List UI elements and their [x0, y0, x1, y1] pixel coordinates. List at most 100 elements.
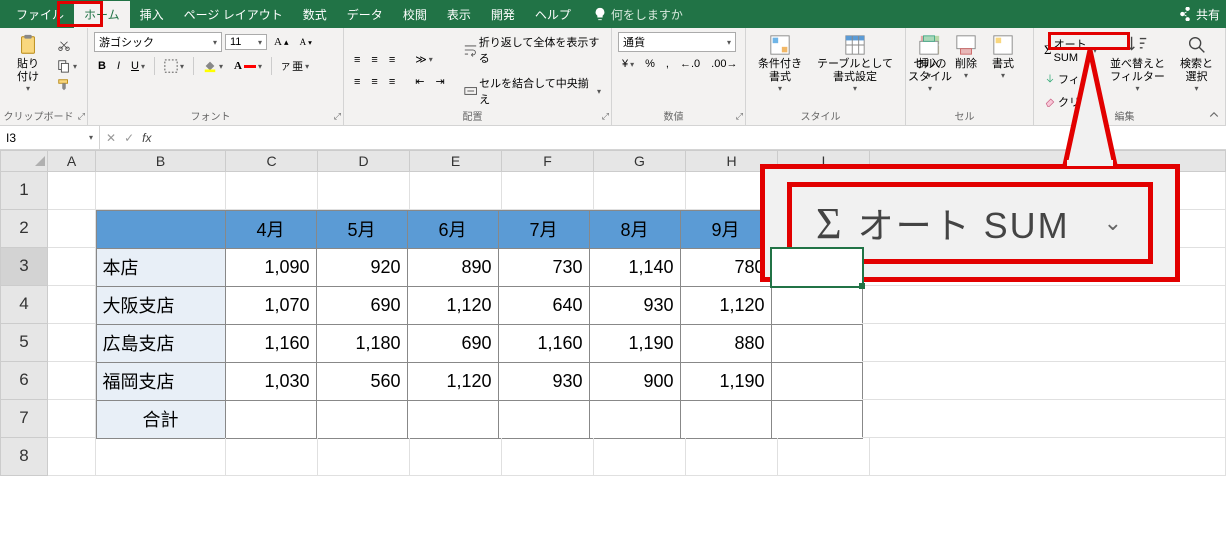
align-top-button[interactable]: ≡: [350, 52, 364, 68]
tab-page-layout[interactable]: ページ レイアウト: [174, 1, 293, 28]
cell-D1[interactable]: [318, 172, 410, 210]
italic-button[interactable]: I: [113, 58, 124, 74]
cell-B7[interactable]: 合計: [96, 400, 226, 439]
col-header-F[interactable]: F: [502, 150, 594, 172]
cell-A1[interactable]: [48, 172, 96, 210]
cell-F6[interactable]: 930: [498, 362, 590, 401]
cell-C6[interactable]: 1,030: [225, 362, 317, 401]
col-header-G[interactable]: G: [594, 150, 686, 172]
cell-I8[interactable]: [778, 438, 870, 476]
cell-G1[interactable]: [594, 172, 686, 210]
increase-decimal-button[interactable]: ←.0: [676, 56, 704, 72]
cell-A5[interactable]: [48, 324, 96, 362]
cell-H1[interactable]: [686, 172, 778, 210]
cell-F1[interactable]: [502, 172, 594, 210]
cell-I7[interactable]: [771, 400, 863, 439]
tab-home[interactable]: ホーム: [74, 1, 130, 28]
sort-filter-button[interactable]: 並べ替えと フィルター▾: [1104, 32, 1171, 96]
tab-view[interactable]: 表示: [437, 1, 481, 28]
increase-indent-button[interactable]: ⇥: [431, 73, 448, 90]
cell-B4[interactable]: 大阪支店: [96, 286, 226, 325]
cell-B8[interactable]: [96, 438, 226, 476]
cell-C2[interactable]: 4月: [225, 210, 317, 249]
cell-rest-4[interactable]: [862, 286, 1226, 324]
cell-rest-7[interactable]: [862, 400, 1226, 438]
cell-I4[interactable]: [771, 286, 863, 325]
cell-E3[interactable]: 890: [407, 248, 499, 287]
cell-G6[interactable]: 900: [589, 362, 681, 401]
cell-H7[interactable]: [680, 400, 772, 439]
tab-insert[interactable]: 挿入: [130, 1, 174, 28]
cell-D4[interactable]: 690: [316, 286, 408, 325]
fx-button[interactable]: fx: [142, 131, 151, 145]
cell-E2[interactable]: 6月: [407, 210, 499, 249]
cell-I5[interactable]: [771, 324, 863, 363]
tab-file[interactable]: ファイル: [6, 1, 74, 28]
cell-E7[interactable]: [407, 400, 499, 439]
decrease-decimal-button[interactable]: .00→: [707, 56, 741, 72]
font-size-combo[interactable]: 11▾: [225, 34, 267, 50]
increase-font-button[interactable]: A▴: [270, 34, 293, 50]
share-button[interactable]: 共有: [1178, 6, 1220, 23]
cell-A3[interactable]: [48, 248, 96, 286]
underline-button[interactable]: U ▾: [127, 58, 149, 74]
cell-D8[interactable]: [318, 438, 410, 476]
col-header-I[interactable]: I: [778, 150, 870, 172]
fill-color-button[interactable]: ▾: [199, 57, 227, 75]
comma-button[interactable]: ,: [662, 56, 673, 72]
cell-D7[interactable]: [316, 400, 408, 439]
cell-rest-6[interactable]: [862, 362, 1226, 400]
cell-F3[interactable]: 730: [498, 248, 590, 287]
decrease-font-button[interactable]: A▾: [296, 35, 316, 49]
format-painter-button[interactable]: [53, 76, 81, 94]
align-center-button[interactable]: ≡: [367, 74, 381, 90]
insert-cells-button[interactable]: 挿入▾: [912, 32, 946, 83]
cell-C4[interactable]: 1,070: [225, 286, 317, 325]
tab-data[interactable]: データ: [337, 1, 393, 28]
cell-F5[interactable]: 1,160: [498, 324, 590, 363]
copy-button[interactable]: ▾: [53, 57, 81, 75]
cell-B2[interactable]: [96, 210, 226, 249]
row-header-1[interactable]: 1: [0, 172, 48, 210]
cell-rest-1[interactable]: [870, 172, 1226, 210]
cell-D3[interactable]: 920: [316, 248, 408, 287]
cell-H2[interactable]: 9月: [680, 210, 772, 249]
cell-H6[interactable]: 1,190: [680, 362, 772, 401]
conditional-format-button[interactable]: 条件付き 書式▾: [752, 32, 808, 96]
bold-button[interactable]: B: [94, 58, 110, 74]
cell-C7[interactable]: [225, 400, 317, 439]
alignment-launcher[interactable]: ⤢: [602, 111, 609, 122]
align-middle-button[interactable]: ≡: [367, 52, 381, 68]
cell-rest-2[interactable]: [862, 210, 1226, 248]
tab-review[interactable]: 校閲: [393, 1, 437, 28]
row-header-4[interactable]: 4: [0, 286, 48, 324]
align-right-button[interactable]: ≡: [385, 74, 399, 90]
col-header-B[interactable]: B: [96, 150, 226, 172]
wrap-text-button[interactable]: 折り返して全体を表示する: [460, 32, 605, 68]
font-launcher[interactable]: ⤢: [334, 111, 341, 122]
cell-A8[interactable]: [48, 438, 96, 476]
cell-E6[interactable]: 1,120: [407, 362, 499, 401]
format-table-button[interactable]: テーブルとして 書式設定▾: [811, 32, 899, 96]
cell-G4[interactable]: 930: [589, 286, 681, 325]
font-name-combo[interactable]: 游ゴシック▾: [94, 32, 222, 52]
cell-C3[interactable]: 1,090: [225, 248, 317, 287]
paste-button[interactable]: 貼り付け ▾: [6, 32, 50, 96]
name-box[interactable]: I3 ▾: [0, 126, 100, 149]
cell-G2[interactable]: 8月: [589, 210, 681, 249]
cell-G5[interactable]: 1,190: [589, 324, 681, 363]
percent-button[interactable]: %: [641, 56, 659, 72]
cell-rest-5[interactable]: [862, 324, 1226, 362]
col-header-A[interactable]: A: [48, 150, 96, 172]
tab-formulas[interactable]: 数式: [293, 1, 337, 28]
tab-help[interactable]: ヘルプ: [525, 1, 581, 28]
phonetic-button[interactable]: ア亜 ▾: [277, 56, 313, 76]
cell-C8[interactable]: [226, 438, 318, 476]
cell-H8[interactable]: [686, 438, 778, 476]
number-launcher[interactable]: ⤢: [736, 111, 743, 122]
cell-B5[interactable]: 広島支店: [96, 324, 226, 363]
tell-me-input[interactable]: 何をしますか: [593, 6, 683, 23]
cell-D5[interactable]: 1,180: [316, 324, 408, 363]
clipboard-launcher[interactable]: ⤢: [78, 111, 85, 122]
cell-D2[interactable]: 5月: [316, 210, 408, 249]
